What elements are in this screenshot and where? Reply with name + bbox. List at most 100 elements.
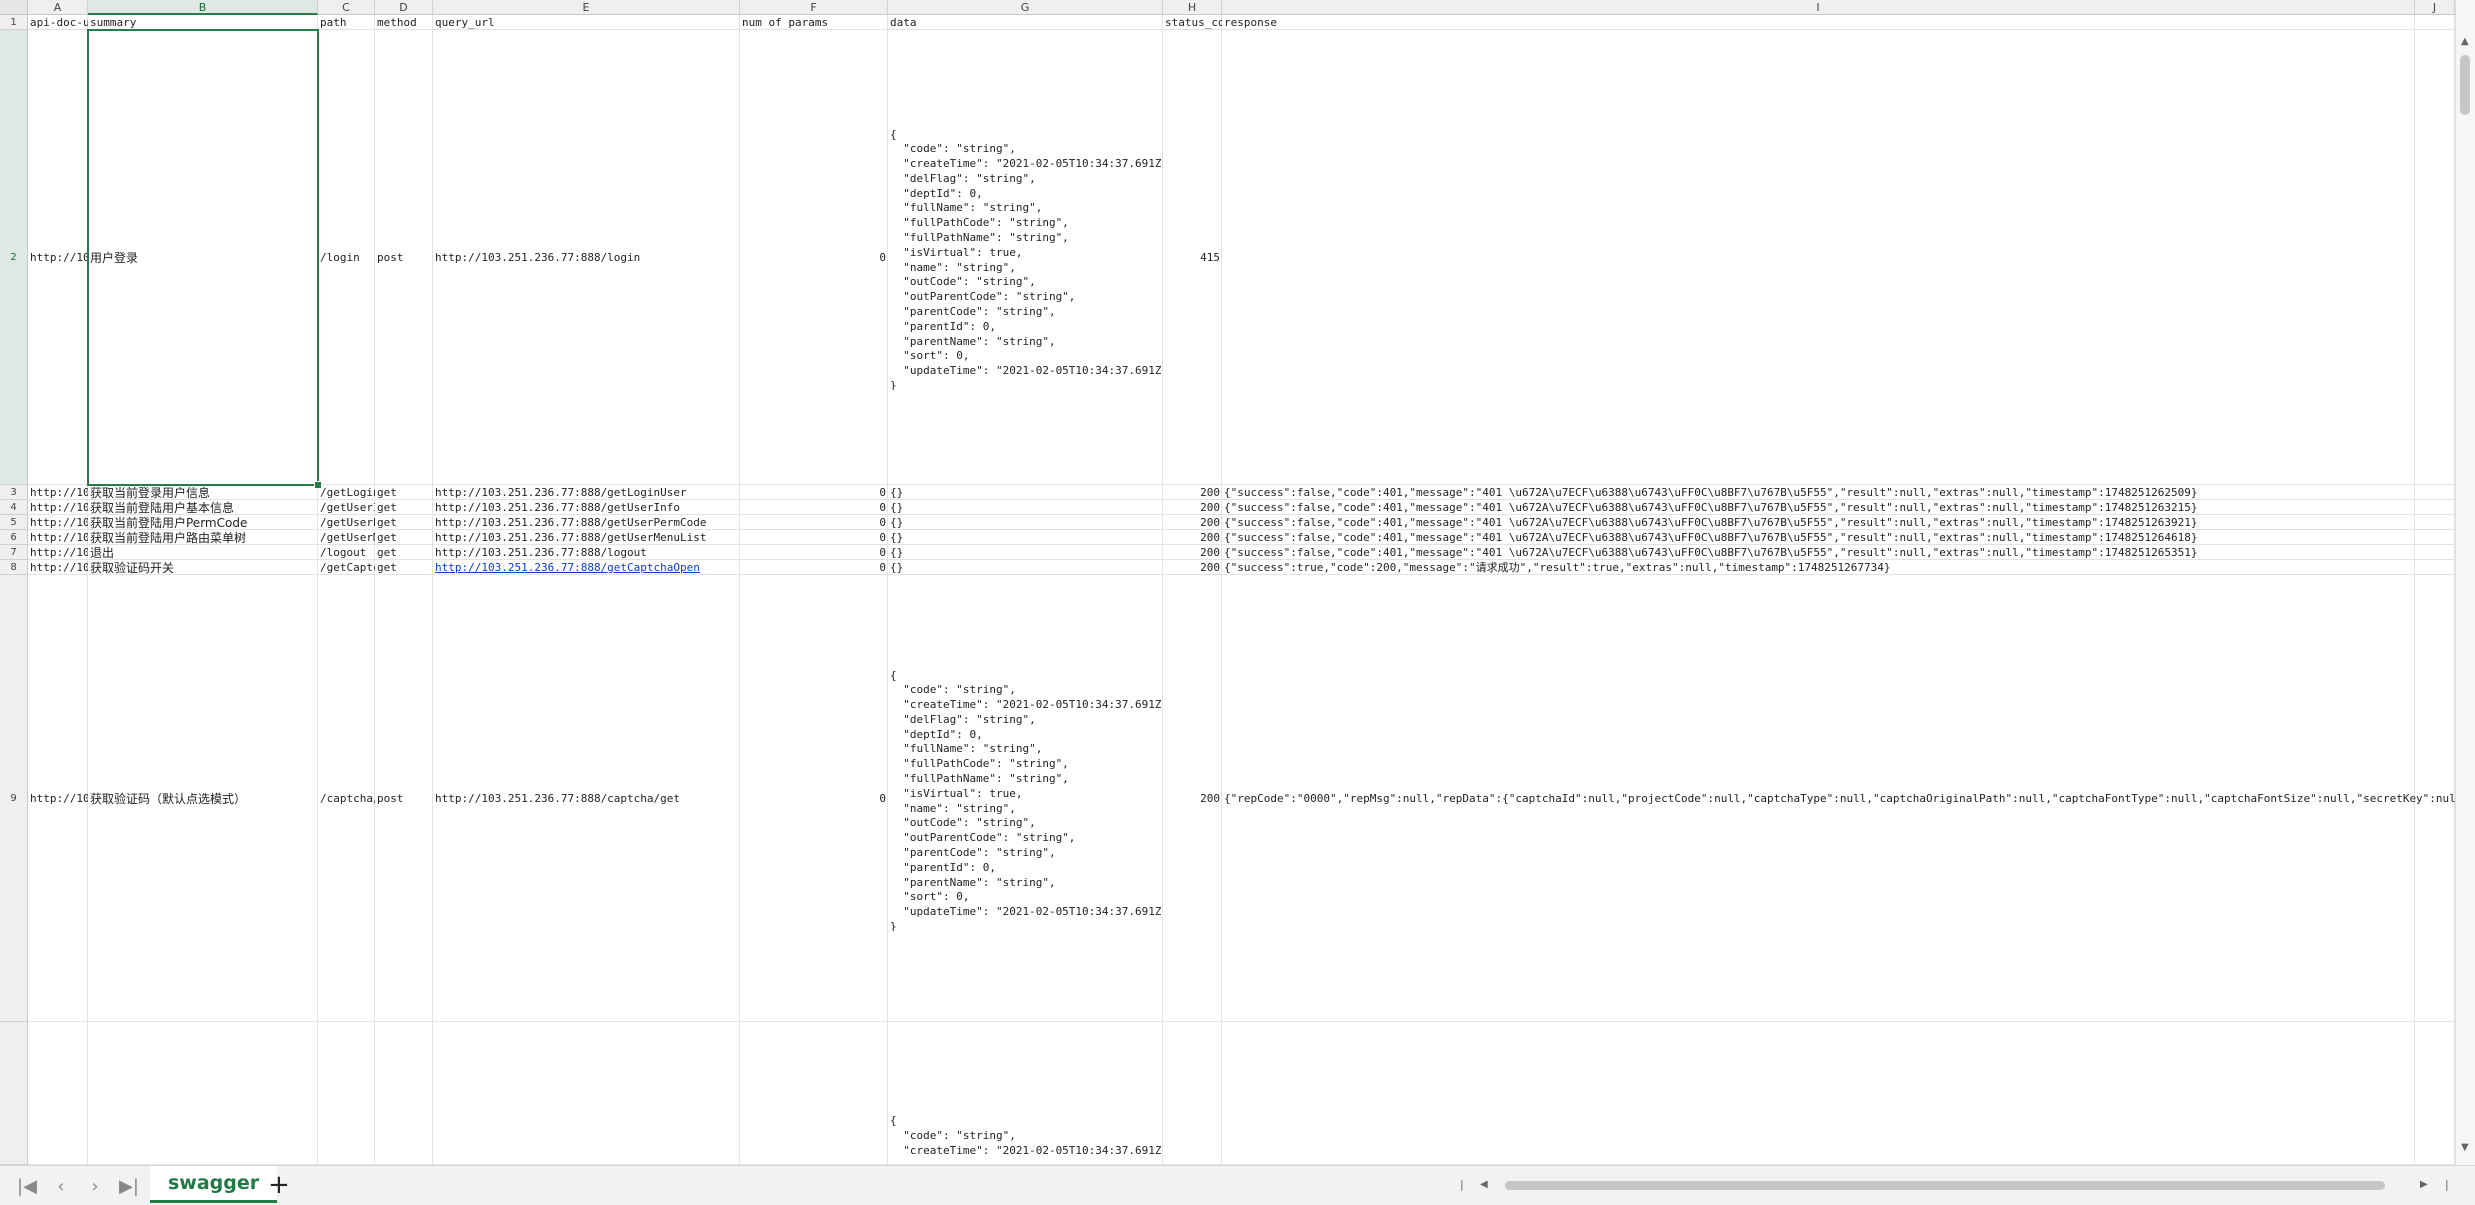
next-sheet-icon[interactable]: › bbox=[82, 1176, 108, 1197]
response-cell[interactable]: {"success":false,"code":401,"message":"4… bbox=[1222, 546, 2455, 560]
column-header-h[interactable]: H bbox=[1163, 0, 1222, 15]
num-params-cell[interactable]: 0 bbox=[740, 516, 888, 530]
row-header[interactable]: 5 bbox=[0, 515, 28, 530]
num-params-cell[interactable]: 0 bbox=[740, 546, 888, 560]
summary-cell[interactable]: 获取当前登录用户信息 bbox=[88, 486, 318, 500]
row-header[interactable]: 8 bbox=[0, 560, 28, 575]
select-all-corner[interactable] bbox=[0, 0, 28, 15]
column-header-d[interactable]: D bbox=[375, 0, 433, 15]
data-json-cell[interactable]: { "code": "string", "createTime": "2021-… bbox=[890, 669, 1161, 931]
api-doc-url-cell[interactable]: http://103.251.236.77:888/v2/api-docs bbox=[28, 251, 88, 265]
num-params-cell[interactable]: 0 bbox=[740, 531, 888, 545]
query-url-cell[interactable]: http://103.251.236.77:888/login bbox=[433, 251, 740, 265]
row-header[interactable]: 3 bbox=[0, 485, 28, 500]
sheet-tab-swagger[interactable]: swagger bbox=[150, 1166, 278, 1203]
spreadsheet-grid[interactable]: ABCDEFGHIJ 123456789 api-doc-urlsummarypat… bbox=[0, 0, 2455, 1165]
query-url-cell[interactable]: http://103.251.236.77:888/getUserPermCod… bbox=[433, 516, 740, 530]
path-cell[interactable]: /getLoginUser bbox=[318, 486, 375, 500]
method-cell[interactable]: get bbox=[375, 531, 433, 545]
response-cell[interactable]: {"success":false,"code":401,"message":"4… bbox=[1222, 486, 2455, 500]
row-header[interactable]: 6 bbox=[0, 530, 28, 545]
data-json-cell[interactable]: { "code": "string", "createTime": "2021-… bbox=[890, 128, 1161, 390]
api-doc-url-cell[interactable]: http://103.251.236.77:888/v2/api-docs bbox=[28, 531, 88, 545]
method-cell[interactable]: get bbox=[375, 486, 433, 500]
status-code-cell[interactable]: 200 bbox=[1163, 531, 1222, 545]
status-code-cell[interactable]: 200 bbox=[1163, 501, 1222, 515]
status-code-cell[interactable]: 200 bbox=[1163, 792, 1222, 806]
summary-cell[interactable]: 用户登录 bbox=[88, 251, 318, 265]
method-cell[interactable]: get bbox=[375, 516, 433, 530]
data-cell[interactable]: {} bbox=[888, 486, 1163, 500]
header-cell-b[interactable]: summary bbox=[88, 16, 318, 30]
horizontal-scrollbar[interactable]: | ◀ ▶ | bbox=[1460, 1176, 2460, 1194]
response-cell[interactable]: {"success":false,"code":401,"message":"4… bbox=[1222, 516, 2455, 530]
scroll-down-icon[interactable]: ▼ bbox=[2461, 1142, 2469, 1153]
response-cell[interactable]: {"repCode":"0000","repMsg":null,"repData… bbox=[1222, 792, 2455, 806]
data-cell[interactable]: {} bbox=[888, 516, 1163, 530]
header-cell-c[interactable]: path bbox=[318, 16, 375, 30]
response-cell[interactable]: {"success":false,"code":401,"message":"4… bbox=[1222, 501, 2455, 515]
summary-cell[interactable]: 退出 bbox=[88, 546, 318, 560]
row-header[interactable] bbox=[0, 1022, 28, 1165]
num-params-cell[interactable]: 0 bbox=[740, 561, 888, 575]
header-cell-e[interactable]: query_url bbox=[433, 16, 740, 30]
query-url-cell[interactable]: http://103.251.236.77:888/getCaptchaOpen bbox=[433, 561, 740, 575]
column-header-a[interactable]: A bbox=[28, 0, 88, 15]
horizontal-scroll-thumb[interactable] bbox=[1505, 1181, 2385, 1190]
method-cell[interactable]: post bbox=[375, 251, 433, 265]
path-cell[interactable]: /getUserInfo bbox=[318, 501, 375, 515]
num-params-cell[interactable]: 0 bbox=[740, 792, 888, 806]
api-doc-url-cell[interactable]: http://103.251.236.77:888/v2/api-docs bbox=[28, 546, 88, 560]
query-url-cell[interactable]: http://103.251.236.77:888/captcha/get bbox=[433, 792, 740, 806]
column-header-e[interactable]: E bbox=[433, 0, 740, 15]
path-cell[interactable]: /captcha/get bbox=[318, 792, 375, 806]
header-cell-f[interactable]: num of params bbox=[740, 16, 888, 30]
response-cell[interactable]: {"success":false,"code":401,"message":"4… bbox=[1222, 531, 2455, 545]
api-doc-url-cell[interactable]: http://103.251.236.77:888/v2/api-docs bbox=[28, 501, 88, 515]
add-sheet-button[interactable]: + bbox=[268, 1170, 290, 1200]
query-url-cell[interactable]: http://103.251.236.77:888/getLoginUser bbox=[433, 486, 740, 500]
vertical-scroll-thumb[interactable] bbox=[2460, 55, 2470, 115]
response-cell[interactable] bbox=[1222, 251, 2455, 265]
header-cell-g[interactable]: data bbox=[888, 16, 1163, 30]
path-cell[interactable]: /getCaptchaOpen bbox=[318, 561, 375, 575]
column-header-j[interactable]: J bbox=[2415, 0, 2455, 15]
response-cell[interactable]: {"success":true,"code":200,"message":"请求… bbox=[1222, 561, 2455, 575]
row-header[interactable]: 2 bbox=[0, 30, 28, 485]
vertical-scrollbar[interactable]: ▲ ▼ bbox=[2455, 0, 2475, 1165]
summary-cell[interactable]: 获取验证码开关 bbox=[88, 561, 318, 575]
column-header-f[interactable]: F bbox=[740, 0, 888, 15]
query-url-cell[interactable]: http://103.251.236.77:888/getUserInfo bbox=[433, 501, 740, 515]
method-cell[interactable]: get bbox=[375, 561, 433, 575]
column-header-c[interactable]: C bbox=[318, 0, 375, 15]
api-doc-url-cell[interactable]: http://103.251.236.77:888/v2/api-docs bbox=[28, 792, 88, 806]
api-doc-url-cell[interactable]: http://103.251.236.77:888/v2/api-docs bbox=[28, 516, 88, 530]
summary-cell[interactable]: 获取验证码（默认点选模式） bbox=[88, 792, 318, 806]
row-header[interactable]: 4 bbox=[0, 500, 28, 515]
column-header-i[interactable]: I bbox=[1222, 0, 2415, 15]
status-code-cell[interactable]: 200 bbox=[1163, 561, 1222, 575]
path-cell[interactable]: /login bbox=[318, 251, 375, 265]
data-json-cell[interactable]: { "code": "string", "createTime": "2021-… bbox=[890, 1114, 1161, 1165]
fill-handle[interactable] bbox=[314, 481, 322, 489]
last-sheet-icon[interactable]: ▶| bbox=[116, 1176, 142, 1197]
first-sheet-icon[interactable]: |◀ bbox=[14, 1176, 40, 1197]
api-doc-url-cell[interactable]: http://103.251.236.77:888/v2/api-docs bbox=[28, 561, 88, 575]
scroll-right-icon[interactable]: ▶ bbox=[2420, 1179, 2428, 1190]
summary-cell[interactable]: 获取当前登陆用户基本信息 bbox=[88, 501, 318, 515]
num-params-cell[interactable]: 0 bbox=[740, 501, 888, 515]
num-params-cell[interactable]: 0 bbox=[740, 251, 888, 265]
status-code-cell[interactable]: 200 bbox=[1163, 546, 1222, 560]
scroll-up-icon[interactable]: ▲ bbox=[2461, 36, 2469, 47]
summary-cell[interactable]: 获取当前登陆用户PermCode bbox=[88, 516, 318, 530]
query-url-cell[interactable]: http://103.251.236.77:888/getUserMenuLis… bbox=[433, 531, 740, 545]
header-cell-a[interactable]: api-doc-url bbox=[28, 16, 88, 30]
api-doc-url-cell[interactable]: http://103.251.236.77:888/v2/api-docs bbox=[28, 486, 88, 500]
scroll-left-icon[interactable]: ◀ bbox=[1480, 1179, 1488, 1190]
status-code-cell[interactable]: 200 bbox=[1163, 486, 1222, 500]
data-cell[interactable]: {} bbox=[888, 501, 1163, 515]
path-cell[interactable]: /getUserMenuList bbox=[318, 531, 375, 545]
column-header-g[interactable]: G bbox=[888, 0, 1163, 15]
query-url-cell[interactable]: http://103.251.236.77:888/logout bbox=[433, 546, 740, 560]
row-header[interactable]: 9 bbox=[0, 575, 28, 1022]
